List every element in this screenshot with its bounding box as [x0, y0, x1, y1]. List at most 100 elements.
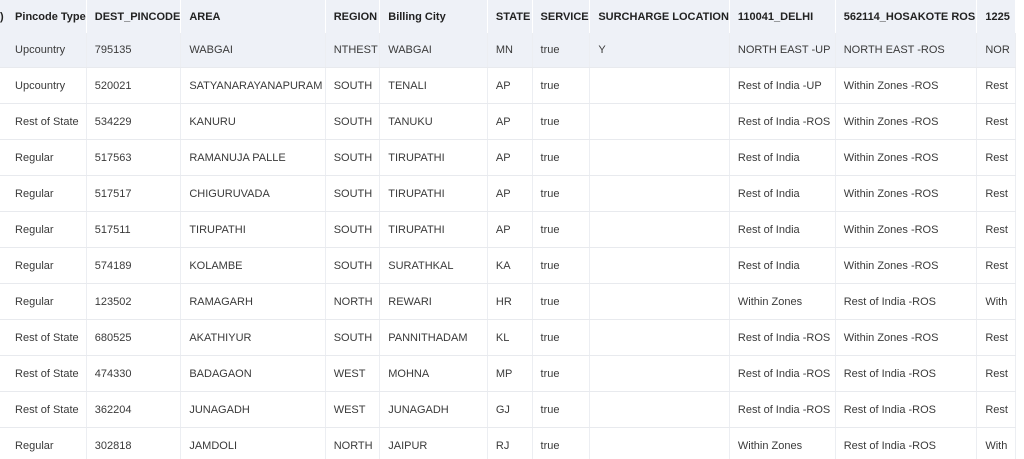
table-cell[interactable]: KL	[487, 319, 533, 356]
column-header[interactable]: SURCHARGE LOCATION	[589, 0, 730, 33]
table-cell[interactable]: Rest	[976, 175, 1016, 212]
table-cell[interactable]: MN	[487, 33, 533, 68]
column-header[interactable]: Pincode Type	[7, 0, 87, 33]
table-row[interactable]: Regular 517511 TIRUPATHI SOUTH TIRUPATHI AP tr…	[0, 211, 1016, 248]
table-cell[interactable]: Rest of State	[7, 103, 87, 140]
table-cell[interactable]: AKATHIYUR	[180, 319, 326, 356]
table-cell[interactable]: true	[532, 139, 591, 176]
table-cell[interactable]: Within Zones -ROS	[835, 139, 978, 176]
table-cell[interactable]: true	[532, 67, 591, 104]
table-cell[interactable]: RJ	[487, 427, 533, 459]
table-cell[interactable]: SOUTH	[325, 67, 381, 104]
table-cell[interactable]: Rest	[976, 67, 1016, 104]
table-cell[interactable]	[589, 283, 730, 320]
table-cell[interactable]: Within Zones	[729, 283, 836, 320]
table-cell[interactable]: TENALI	[379, 67, 488, 104]
table-cell[interactable]: RAMANUJA PALLE	[180, 139, 326, 176]
table-cell[interactable]: AP	[487, 103, 533, 140]
table-cell[interactable]: true	[532, 391, 591, 428]
table-row[interactable]: Rest of State 534229 KANURU SOUTH TANUKU AP tr…	[0, 103, 1016, 140]
table-cell[interactable]: PANNITHADAM	[379, 319, 488, 356]
table-cell[interactable]: Rest	[976, 247, 1016, 284]
table-cell[interactable]: BADAGAON	[180, 355, 326, 392]
table-cell[interactable]: Upcountry	[7, 67, 87, 104]
table-cell[interactable]: 362204	[86, 391, 182, 428]
table-cell[interactable]: 517563	[86, 139, 182, 176]
column-header[interactable]: SERVICE	[532, 0, 590, 33]
table-cell[interactable]: true	[532, 211, 591, 248]
table-cell[interactable]: true	[532, 33, 591, 68]
table-cell[interactable]: Rest	[976, 139, 1016, 176]
table-cell[interactable]: Rest of India	[729, 211, 836, 248]
table-cell[interactable]: Upcountry	[7, 33, 87, 68]
table-cell[interactable]	[589, 355, 730, 392]
table-cell[interactable]: SOUTH	[325, 175, 381, 212]
table-cell[interactable]: Regular	[7, 211, 87, 248]
table-cell[interactable]: Within Zones -ROS	[835, 319, 978, 356]
table-cell[interactable]: NOR	[976, 33, 1016, 68]
table-cell[interactable]: Rest of India -ROS	[835, 427, 978, 459]
table-cell[interactable]: 795135	[86, 33, 182, 68]
table-cell[interactable]: TANUKU	[379, 103, 488, 140]
table-cell[interactable]: Within Zones -ROS	[835, 103, 978, 140]
table-cell[interactable]: Rest	[976, 211, 1016, 248]
table-cell[interactable]: SOUTH	[325, 103, 381, 140]
table-cell[interactable]: MP	[487, 355, 533, 392]
table-cell[interactable]: true	[532, 319, 591, 356]
table-cell[interactable]: Regular	[7, 283, 87, 320]
table-cell[interactable]: MOHNA	[379, 355, 488, 392]
table-cell[interactable]: JAIPUR	[379, 427, 488, 459]
table-cell[interactable]: SURATHKAL	[379, 247, 488, 284]
table-cell[interactable]	[589, 67, 730, 104]
table-cell[interactable]: Rest of India -ROS	[835, 355, 978, 392]
table-cell[interactable]: Rest of India -ROS	[729, 391, 836, 428]
table-cell[interactable]: Rest	[976, 319, 1016, 356]
table-row[interactable]: Regular 123502 RAMAGARH NORTH REWARI HR true Wi…	[0, 283, 1016, 320]
table-cell[interactable]: NORTH EAST -ROS	[835, 33, 978, 68]
table-cell[interactable]: SOUTH	[325, 139, 381, 176]
table-cell[interactable]: WEST	[325, 355, 381, 392]
table-cell[interactable]: KA	[487, 247, 533, 284]
table-cell[interactable]: Rest of India -ROS	[835, 391, 978, 428]
table-cell[interactable]: 302818	[86, 427, 182, 459]
table-cell[interactable]: TIRUPATHI	[379, 139, 488, 176]
table-cell[interactable]: SOUTH	[325, 319, 381, 356]
table-cell[interactable]: Within Zones	[729, 427, 836, 459]
table-cell[interactable]	[589, 391, 730, 428]
table-cell[interactable]: Within Zones -ROS	[835, 175, 978, 212]
column-header[interactable]: REGION	[325, 0, 380, 33]
column-header[interactable]: 110041_DELHI	[729, 0, 836, 33]
table-cell[interactable]: true	[532, 283, 591, 320]
table-cell[interactable]: Regular	[7, 139, 87, 176]
table-cell[interactable]: NTHEST	[325, 33, 381, 68]
table-cell[interactable]: Regular	[7, 247, 87, 284]
table-cell[interactable]	[589, 319, 730, 356]
column-header[interactable]: 562114_HOSAKOTE ROS	[835, 0, 977, 33]
table-cell[interactable]: Rest of State	[7, 355, 87, 392]
table-cell[interactable]: With	[976, 283, 1016, 320]
table-cell[interactable]: 517511	[86, 211, 182, 248]
table-cell[interactable]: WABGAI	[180, 33, 326, 68]
table-cell[interactable]: true	[532, 175, 591, 212]
table-cell[interactable]: CHIGURUVADA	[180, 175, 326, 212]
column-header[interactable]: 1225	[976, 0, 1016, 33]
table-cell[interactable]: Rest of State	[7, 319, 87, 356]
table-cell[interactable]: AP	[487, 211, 533, 248]
table-cell[interactable]	[589, 175, 730, 212]
table-cell[interactable]: RAMAGARH	[180, 283, 326, 320]
table-cell[interactable]: JAMDOLI	[180, 427, 326, 459]
table-row[interactable]: Regular 517517 CHIGURUVADA SOUTH TIRUPATHI AP…	[0, 175, 1016, 212]
table-cell[interactable]: true	[532, 355, 591, 392]
table-cell[interactable]: 520021	[86, 67, 182, 104]
table-cell[interactable]: Rest of India	[729, 139, 836, 176]
table-cell[interactable]: Rest of India -ROS	[729, 319, 836, 356]
table-cell[interactable]	[589, 247, 730, 284]
table-cell[interactable]: 574189	[86, 247, 182, 284]
table-cell[interactable]: Rest of India -UP	[729, 67, 836, 104]
table-cell[interactable]: NORTH EAST -UP	[729, 33, 836, 68]
table-cell[interactable]: Rest of India -ROS	[729, 355, 836, 392]
table-row[interactable]: Rest of State 680525 AKATHIYUR SOUTH PANNITH…	[0, 319, 1016, 356]
table-cell[interactable]: AP	[487, 67, 533, 104]
table-cell[interactable]	[589, 139, 730, 176]
table-cell[interactable]: AP	[487, 139, 533, 176]
